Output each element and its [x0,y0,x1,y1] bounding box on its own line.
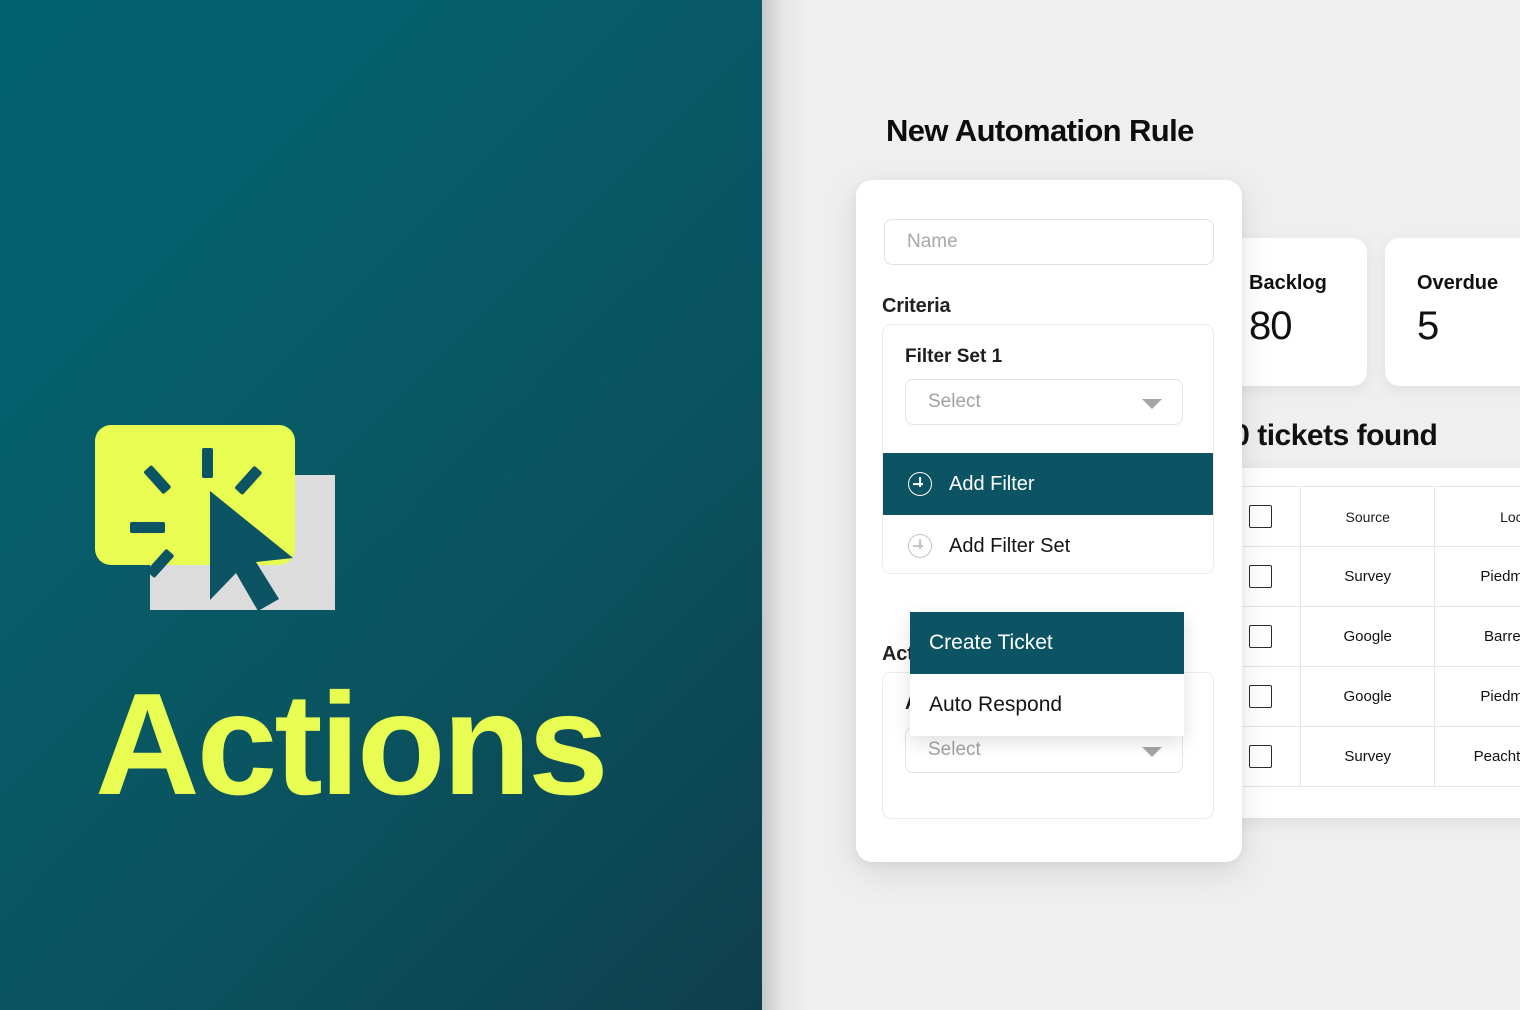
cell-source: Google [1300,606,1436,667]
cell-source: Survey [1300,726,1436,787]
stat-label: Overdue [1417,272,1499,294]
action-dropdown-menu: Create Ticket Auto Respond [910,612,1184,736]
brand-wordmark: Actions [95,663,609,825]
cell-location: Piedmont Ave [1434,666,1520,727]
page-title: New Automation Rule [886,113,1194,148]
column-header-location[interactable]: Location [1434,486,1520,547]
plus-circle-icon [908,472,932,496]
action-option-create-ticket[interactable]: Create Ticket [910,612,1184,674]
filter-set-title: Filter Set 1 [905,346,1003,367]
cell-location: Barrett Pkwy [1434,606,1520,667]
stat-value: 80 [1249,304,1292,348]
filter-select-value: Select [928,391,981,412]
checkbox-icon[interactable] [1248,685,1272,708]
app-area: Backlog 80 Overdue 5 80 tickets found So… [762,0,1520,1010]
stat-value: 5 [1417,304,1439,348]
checkbox-icon[interactable] [1248,505,1272,528]
results-panel: Source Location Survey Piedmont Ave Goog… [1202,468,1520,818]
plus-circle-icon [908,534,932,558]
screenshot-stage: Actions Backlog 80 Overdue 5 80 tickets … [0,0,1520,1010]
checkbox-icon[interactable] [1248,565,1272,588]
add-filter-set-menu-item[interactable]: Add Filter Set [883,515,1213,573]
table-row[interactable]: Survey Peachtree Blvd. [1218,726,1520,787]
stat-card-overdue: Overdue 5 [1385,238,1520,386]
criteria-section-label: Criteria [882,295,951,317]
add-filter-menu-item[interactable]: Add Filter [883,453,1213,515]
table-header-row: Source Location [1218,486,1520,547]
chevron-down-icon [1142,399,1162,409]
cell-source: Google [1300,666,1436,727]
add-filter-label: Add Filter [949,472,1035,495]
action-select-value: Select [928,739,981,760]
action-option-auto-respond[interactable]: Auto Respond [910,674,1184,736]
cursor-click-icon [130,448,293,610]
cell-location: Piedmont Ave [1434,546,1520,607]
brand-logo [95,425,340,610]
results-table: Source Location Survey Piedmont Ave Goog… [1218,486,1520,787]
cell-location: Peachtree Blvd. [1434,726,1520,787]
table-row[interactable]: Google Piedmont Ave [1218,666,1520,727]
cell-source: Survey [1300,546,1436,607]
filter-select[interactable]: Select [905,379,1183,425]
chevron-down-icon [1142,747,1162,757]
automation-rule-modal: Criteria Filter Set 1 Select Add Filter … [856,180,1242,862]
add-filter-set-label: Add Filter Set [949,534,1071,557]
brand-panel: Actions [0,0,762,1010]
checkbox-icon[interactable] [1248,625,1272,648]
name-input[interactable] [884,219,1214,265]
stat-label: Backlog [1249,272,1327,294]
table-row[interactable]: Survey Piedmont Ave [1218,546,1520,607]
results-heading: 80 tickets found [1217,419,1438,452]
criteria-box: Filter Set 1 Select Add Filter Add Filte… [882,324,1214,574]
checkbox-icon[interactable] [1248,745,1272,768]
column-header-source[interactable]: Source [1300,486,1436,547]
table-row[interactable]: Google Barrett Pkwy [1218,606,1520,667]
